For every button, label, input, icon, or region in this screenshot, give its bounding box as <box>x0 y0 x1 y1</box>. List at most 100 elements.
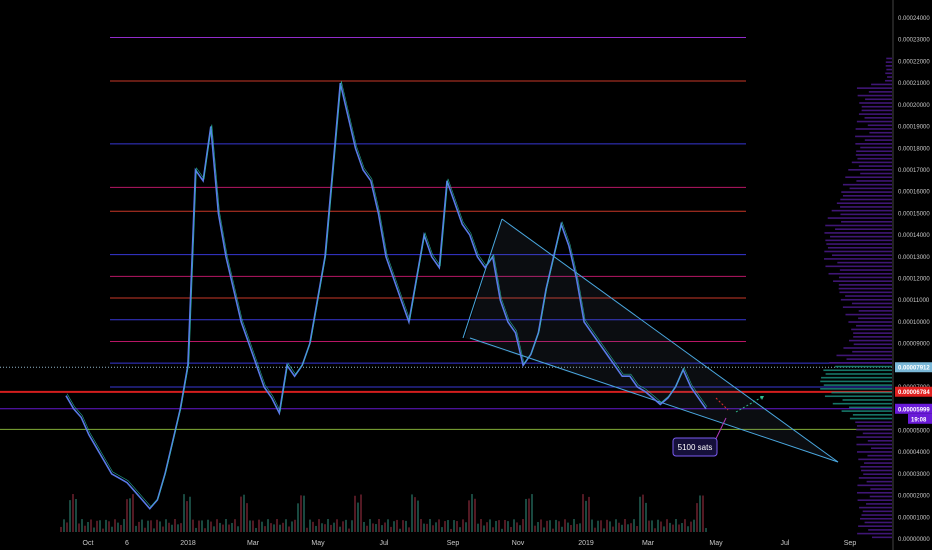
volume-bar <box>414 497 416 532</box>
volume-profile-bar <box>825 373 892 375</box>
volume-bar <box>459 527 461 532</box>
volume-bar <box>693 519 695 532</box>
volume-profile-bar <box>885 72 892 75</box>
volume-profile-bar <box>837 261 892 264</box>
volume-bar <box>369 519 371 532</box>
volume-profile-bar <box>855 135 892 138</box>
volume-bar <box>252 520 254 532</box>
volume-bar <box>150 520 152 532</box>
volume-bar <box>258 519 260 532</box>
volume-profile-bar <box>856 180 892 182</box>
volume-bar <box>321 523 323 532</box>
volume-profile-bar <box>860 146 892 149</box>
volume-bar <box>348 528 350 532</box>
volume-bar <box>426 523 428 532</box>
volume-bar <box>642 494 644 532</box>
volume-profile-bar <box>826 243 892 245</box>
price-tag-label: 0.00006784 <box>898 390 930 396</box>
volume-bar <box>510 526 512 532</box>
volume-bar <box>537 522 539 532</box>
volume-bar <box>411 494 413 532</box>
volume-profile-bar <box>820 380 892 383</box>
volume-bar <box>387 519 389 532</box>
volume-bar <box>489 519 491 532</box>
volume-profile-bar <box>860 465 892 468</box>
falling-wedge <box>462 218 839 463</box>
volume-bar <box>495 520 497 532</box>
volume-bar <box>282 522 284 532</box>
volume-profile-bar <box>853 336 892 338</box>
volume-bar <box>420 519 422 532</box>
volume-bar <box>69 500 71 532</box>
wedge-fill <box>465 219 838 462</box>
volume-bar <box>102 528 104 532</box>
volume-profile-bar <box>841 220 892 223</box>
volume-profile-bar <box>856 443 892 446</box>
volume-profile-bar <box>860 517 892 520</box>
volume-bar <box>306 527 308 532</box>
volume-bar <box>615 519 617 532</box>
volume-bar <box>699 495 701 532</box>
volume-bar <box>291 521 293 532</box>
volume-bar <box>312 521 314 532</box>
volume-bar <box>336 519 338 532</box>
volume-bar <box>300 495 302 532</box>
volume-bar <box>354 495 356 532</box>
volume-bar <box>669 522 671 532</box>
volume-bar <box>483 525 485 532</box>
volume-bar <box>234 519 236 532</box>
volume-bar <box>66 522 68 532</box>
volume-profile-bar <box>858 165 892 167</box>
volume-bar <box>624 519 626 532</box>
y-tick-label: 0.00009000 <box>898 342 930 348</box>
volume-bar <box>561 526 563 532</box>
volume-bar <box>660 521 662 532</box>
volume-profile-bar <box>856 436 892 438</box>
volume-bar <box>267 519 269 532</box>
volume-bar <box>549 520 551 532</box>
volume-profile-bar <box>864 117 892 119</box>
volume-bar <box>603 528 605 532</box>
volume-bar <box>507 521 509 532</box>
volume-bar <box>297 503 299 532</box>
volume-bar <box>171 524 173 532</box>
volume-profile-bar <box>845 313 892 316</box>
volume-bar <box>423 523 425 532</box>
volume-profile-bar <box>869 495 892 498</box>
x-tick-label: Mar <box>642 540 655 547</box>
volume-profile-bar <box>824 250 892 253</box>
volume-bar <box>474 498 476 532</box>
volume-bar <box>672 524 674 532</box>
volume-bar <box>504 519 506 532</box>
volume-bar <box>453 520 455 532</box>
volume-profile-bar <box>820 388 892 390</box>
volume-bar <box>462 519 464 532</box>
volume-bar <box>558 521 560 532</box>
volume-bar <box>60 526 62 532</box>
volume-bar <box>675 519 677 532</box>
volume-bar <box>408 527 410 532</box>
volume-profile-bar <box>828 272 892 275</box>
volume-bar <box>99 520 101 532</box>
volume-profile-bar <box>856 87 892 89</box>
volume-bar <box>120 524 122 532</box>
volume-bar <box>366 525 368 532</box>
volume-bar <box>522 519 524 532</box>
volume-profile-bar <box>886 57 892 60</box>
y-tick-label: 0.00000000 <box>898 537 930 543</box>
volume-bar <box>330 524 332 532</box>
volume-bar <box>681 523 683 532</box>
volume-bar <box>225 519 227 532</box>
y-tick-label: 0.00005000 <box>898 428 930 434</box>
volume-profile-bar <box>852 414 892 416</box>
volume-profile-bar <box>858 317 892 320</box>
volume-profile-bar <box>851 328 892 331</box>
volume-bar <box>600 520 602 532</box>
volume-profile-bar <box>825 265 892 268</box>
volume-profile-bar <box>825 239 892 242</box>
volume-profile-bar <box>841 410 892 412</box>
y-tick-label: 0.00015000 <box>898 211 930 217</box>
volume-bar <box>534 525 536 532</box>
volume-bar <box>201 520 203 532</box>
y-tick-label: 0.00016000 <box>898 190 930 196</box>
